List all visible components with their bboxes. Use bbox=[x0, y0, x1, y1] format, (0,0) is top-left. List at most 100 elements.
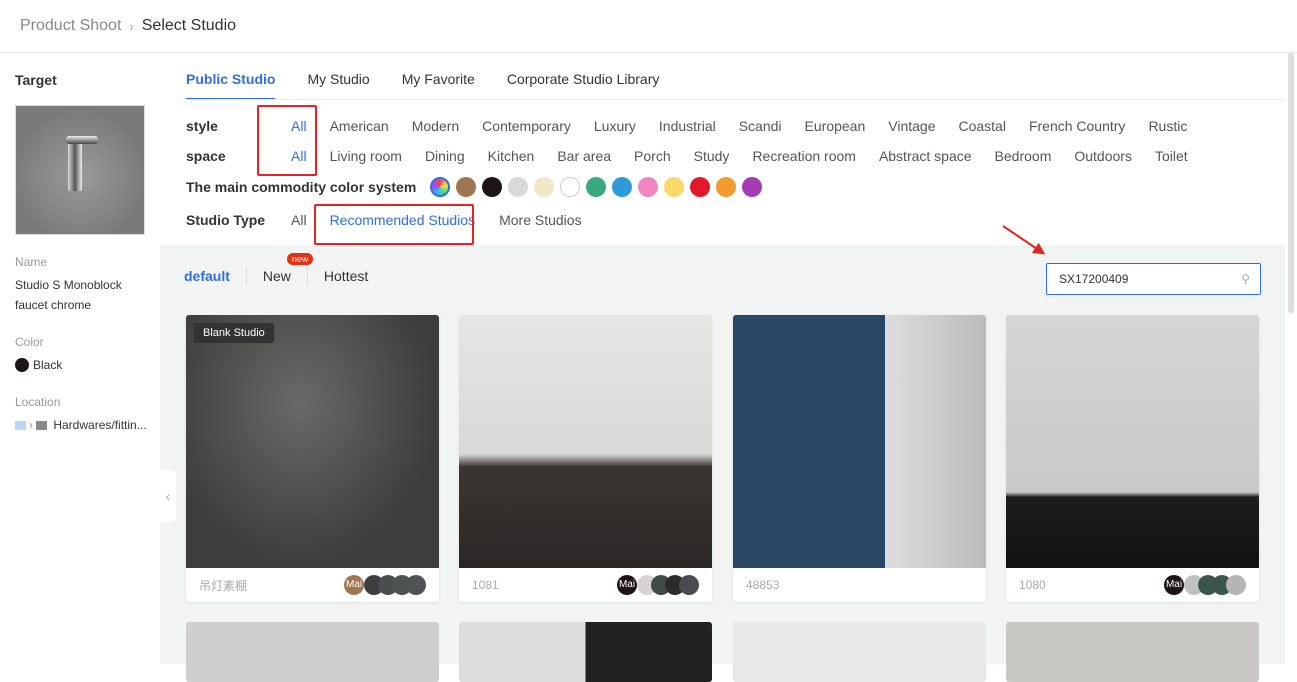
studio-card[interactable]: 1080 Mai bbox=[1006, 315, 1259, 602]
studio-image bbox=[459, 315, 712, 568]
color-filter-label: The main commodity color system bbox=[186, 179, 417, 195]
color-swatch[interactable] bbox=[690, 177, 710, 197]
studio-badge: Blank Studio bbox=[194, 323, 274, 343]
folder-icon bbox=[36, 421, 47, 430]
studio-name: 48853 bbox=[746, 578, 780, 592]
style-option[interactable]: Modern bbox=[412, 118, 459, 134]
color-swatch[interactable] bbox=[560, 177, 580, 197]
search-value: SX17200409 bbox=[1059, 272, 1129, 286]
tab-my-studio[interactable]: My Studio bbox=[307, 53, 369, 99]
space-option[interactable]: Kitchen bbox=[488, 148, 535, 164]
style-option[interactable]: Vintage bbox=[888, 118, 935, 134]
style-option[interactable]: Scandi bbox=[739, 118, 782, 134]
page-title: Select Studio bbox=[141, 17, 237, 34]
color-swatch[interactable] bbox=[586, 177, 606, 197]
sort-bar: default New new Hottest bbox=[184, 253, 384, 285]
style-option[interactable]: Rustic bbox=[1148, 118, 1187, 134]
target-title: Target bbox=[15, 72, 57, 88]
color-dots: Mai bbox=[617, 575, 699, 595]
style-option[interactable]: Coastal bbox=[958, 118, 1005, 134]
chevron-right-icon: › bbox=[29, 418, 33, 432]
studio-card[interactable] bbox=[186, 622, 439, 682]
style-option[interactable]: French Country bbox=[1029, 118, 1125, 134]
search-icon[interactable]: ⚲ bbox=[1241, 264, 1250, 294]
style-option[interactable]: Luxury bbox=[594, 118, 636, 134]
color-swatch[interactable] bbox=[664, 177, 684, 197]
color-dots: Mai bbox=[1164, 575, 1246, 595]
space-option[interactable]: Toilet bbox=[1155, 148, 1188, 164]
studio-image bbox=[1006, 315, 1259, 568]
space-option[interactable]: Living room bbox=[330, 148, 402, 164]
highlight-box bbox=[257, 105, 317, 176]
search-input[interactable]: SX17200409 ⚲ bbox=[1046, 263, 1261, 295]
type-label: Studio Type bbox=[186, 212, 266, 228]
product-name: Studio S Monoblock faucet chrome bbox=[15, 278, 122, 312]
sort-default[interactable]: default bbox=[184, 268, 246, 284]
style-filter: style All American Modern Contemporary L… bbox=[186, 118, 1210, 134]
breadcrumb: Product Shoot › Select Studio bbox=[0, 0, 1297, 53]
studio-image: Blank Studio bbox=[186, 315, 439, 568]
chevron-right-icon: › bbox=[129, 18, 134, 34]
color-swatch[interactable] bbox=[742, 177, 762, 197]
space-option[interactable]: Dining bbox=[425, 148, 465, 164]
scrollbar[interactable] bbox=[1288, 53, 1294, 313]
product-color: Black bbox=[33, 358, 63, 372]
collapse-panel-button[interactable]: ‹ bbox=[160, 470, 176, 522]
space-option[interactable]: Abstract space bbox=[879, 148, 972, 164]
color-swatch[interactable] bbox=[456, 177, 476, 197]
space-option[interactable]: Recreation room bbox=[752, 148, 856, 164]
main-color-dot: Mai bbox=[617, 575, 637, 595]
color-swatch[interactable] bbox=[534, 177, 554, 197]
style-option[interactable]: American bbox=[330, 118, 389, 134]
color-swatch[interactable] bbox=[612, 177, 632, 197]
tab-my-favorite[interactable]: My Favorite bbox=[402, 53, 475, 99]
main-color-dot: Mai bbox=[344, 575, 364, 595]
space-option[interactable]: Outdoors bbox=[1074, 148, 1132, 164]
breadcrumb-parent[interactable]: Product Shoot bbox=[20, 17, 121, 35]
studio-card[interactable] bbox=[1006, 622, 1259, 682]
color-swatch[interactable] bbox=[508, 177, 528, 197]
studio-card[interactable]: 1081 Mai bbox=[459, 315, 712, 602]
highlight-box bbox=[314, 204, 474, 245]
tab-public-studio[interactable]: Public Studio bbox=[186, 53, 276, 100]
color-swatch[interactable] bbox=[638, 177, 658, 197]
color-dots: Mai bbox=[344, 575, 426, 595]
studio-card[interactable]: 48853 bbox=[733, 315, 986, 602]
tab-corporate-library[interactable]: Corporate Studio Library bbox=[507, 53, 660, 99]
folder-icon bbox=[15, 421, 26, 430]
style-option[interactable]: European bbox=[805, 118, 866, 134]
faucet-image bbox=[66, 136, 98, 191]
product-thumbnail bbox=[15, 105, 145, 235]
style-option[interactable]: Industrial bbox=[659, 118, 716, 134]
location-label: Location bbox=[15, 395, 61, 409]
color-swatch-all[interactable] bbox=[430, 177, 450, 197]
product-location: Hardwares/fittin... bbox=[53, 418, 147, 432]
color-dot bbox=[15, 358, 29, 372]
sort-hottest[interactable]: Hottest bbox=[308, 268, 384, 284]
space-filter: space All Living room Dining Kitchen Bar… bbox=[186, 148, 1211, 164]
color-swatch[interactable] bbox=[482, 177, 502, 197]
space-option[interactable]: Study bbox=[694, 148, 730, 164]
color-dot bbox=[1226, 575, 1246, 595]
type-option[interactable]: All bbox=[291, 212, 307, 228]
studio-card[interactable] bbox=[733, 622, 986, 682]
style-option[interactable]: Contemporary bbox=[482, 118, 571, 134]
sort-new-label: New bbox=[262, 268, 291, 284]
new-badge: new bbox=[286, 253, 314, 265]
sort-new[interactable]: New new bbox=[247, 253, 314, 284]
color-filter: The main commodity color system bbox=[186, 177, 768, 197]
name-label: Name bbox=[15, 255, 48, 269]
space-option[interactable]: Bar area bbox=[557, 148, 611, 164]
space-option[interactable]: Bedroom bbox=[995, 148, 1052, 164]
space-option[interactable]: Porch bbox=[634, 148, 671, 164]
studio-card[interactable] bbox=[459, 622, 712, 682]
studio-name: 1080 bbox=[1019, 578, 1046, 592]
color-swatch[interactable] bbox=[716, 177, 736, 197]
target-panel: Target Name Studio S Monoblock faucet ch… bbox=[0, 53, 160, 664]
color-dot bbox=[406, 575, 426, 595]
type-option[interactable]: More Studios bbox=[499, 212, 581, 228]
studio-name: 1081 bbox=[472, 578, 499, 592]
color-dot bbox=[679, 575, 699, 595]
studio-tabs: Public Studio My Studio My Favorite Corp… bbox=[186, 53, 660, 100]
studio-card[interactable]: Blank Studio 吊灯素棚 Mai bbox=[186, 315, 439, 602]
